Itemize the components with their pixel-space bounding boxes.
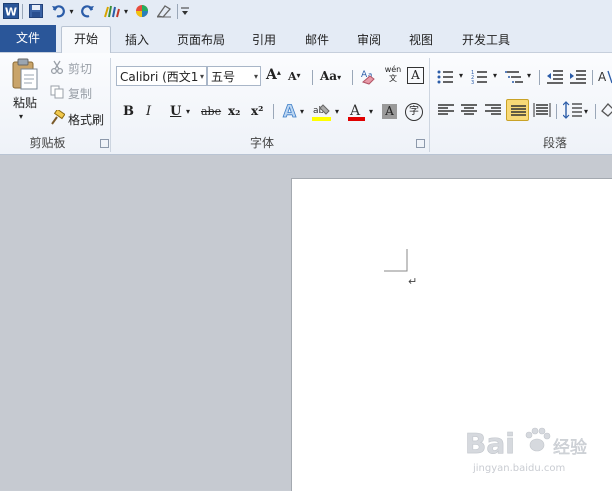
multilevel-dropdown-icon[interactable]: ▾: [527, 71, 531, 80]
undo-icon[interactable]: [50, 2, 66, 20]
quick-access-toolbar: W ▾ ▾: [0, 0, 612, 25]
distributed-icon[interactable]: [533, 102, 551, 118]
watermark-url: jingyan.baidu.com: [472, 463, 565, 474]
subscript-button[interactable]: x₂: [228, 104, 240, 118]
svg-text:A: A: [598, 70, 607, 84]
paragraph-group-label: 段落: [542, 136, 567, 150]
copy-icon: [50, 85, 66, 102]
chevron-down-icon: ▾: [253, 72, 258, 81]
bullets-dropdown-icon[interactable]: ▾: [459, 71, 463, 80]
increase-indent-icon[interactable]: [569, 69, 587, 85]
tab-developer[interactable]: 开发工具: [455, 30, 517, 50]
font-color-icon[interactable]: A: [347, 101, 367, 123]
tab-references[interactable]: 引用: [247, 30, 281, 50]
line-spacing-dropdown-icon[interactable]: ▾: [584, 107, 588, 116]
align-left-icon[interactable]: [437, 103, 455, 117]
font-size-combo[interactable]: 五号 ▾: [207, 66, 261, 86]
copy-label: 复制: [68, 87, 93, 101]
bullets-icon[interactable]: [437, 69, 457, 85]
svg-text:3: 3: [471, 80, 474, 85]
font-name-value: Calibri (西文1: [120, 70, 199, 84]
chevron-down-icon: ▾: [199, 72, 204, 81]
highlight-color-bar: [312, 117, 331, 121]
format-painter-label: 格式刷: [68, 112, 105, 127]
change-case-label: Aa: [320, 69, 338, 83]
eraser-icon[interactable]: [155, 2, 173, 20]
margin-corner-mark: [384, 249, 408, 272]
sort-icon[interactable]: A: [598, 69, 612, 85]
watermark-suffix: 经验: [553, 438, 587, 458]
format-painter-button[interactable]: 格式刷: [50, 108, 105, 128]
numbering-icon[interactable]: 123: [471, 69, 491, 86]
save-icon[interactable]: [27, 2, 45, 20]
clipboard-dialog-launcher[interactable]: [100, 139, 109, 148]
phonetic-label: wén 文: [384, 65, 402, 83]
tab-view[interactable]: 视图: [404, 30, 438, 50]
font-group-label: 字体: [249, 136, 274, 150]
customize-qat-icon[interactable]: [180, 2, 190, 20]
align-center-icon[interactable]: [460, 103, 478, 117]
svg-text:W: W: [5, 6, 17, 19]
tab-mailings[interactable]: 邮件: [300, 30, 334, 50]
superscript-button[interactable]: x²: [251, 104, 263, 118]
underline-dropdown-icon[interactable]: ▾: [186, 107, 190, 116]
phonetic-guide-button[interactable]: wén 文: [383, 65, 403, 85]
strikethrough-button[interactable]: abe: [201, 105, 221, 118]
highlight-dropdown-icon[interactable]: ▾: [335, 107, 339, 116]
underline-button[interactable]: U: [170, 104, 181, 119]
grow-font-button[interactable]: A▴: [266, 67, 281, 83]
justify-button[interactable]: [506, 99, 529, 121]
paragraph-mark-icon: ↵: [408, 275, 418, 288]
change-case-button[interactable]: Aa▾: [320, 69, 341, 83]
numbering-dropdown-icon[interactable]: ▾: [493, 71, 497, 80]
paste-dropdown-icon[interactable]: ▾: [19, 112, 23, 121]
font-size-value: 五号: [211, 70, 236, 84]
copy-button[interactable]: 复制: [50, 85, 92, 102]
format-dropdown-icon[interactable]: ▾: [122, 2, 130, 20]
char-shading-button[interactable]: A: [382, 104, 397, 119]
italic-button[interactable]: I: [146, 104, 151, 119]
cut-label: 剪切: [68, 62, 93, 76]
clear-format-icon[interactable]: Aa: [360, 67, 378, 85]
justify-icon: [510, 104, 527, 121]
paintbrush-icon: [50, 108, 66, 128]
bold-button[interactable]: B: [123, 104, 134, 119]
tab-page-layout[interactable]: 页面布局: [170, 30, 232, 50]
paste-icon[interactable]: [10, 58, 40, 92]
word-app-icon[interactable]: W: [2, 2, 20, 20]
font-dialog-launcher[interactable]: [416, 139, 425, 148]
line-spacing-icon[interactable]: [562, 101, 583, 119]
font-color-dropdown-icon[interactable]: ▾: [369, 107, 373, 116]
align-right-icon[interactable]: [484, 103, 502, 117]
shrink-font-button[interactable]: A▾: [288, 70, 301, 83]
tab-review[interactable]: 审阅: [352, 30, 386, 50]
font-name-combo[interactable]: Calibri (西文1 ▾: [116, 66, 207, 86]
decrease-indent-icon[interactable]: [546, 69, 564, 85]
svg-text:A: A: [349, 103, 361, 119]
redo-icon[interactable]: [80, 2, 96, 20]
undo-dropdown-icon[interactable]: ▾: [67, 2, 76, 20]
svg-text:A: A: [283, 102, 297, 121]
highlight-icon[interactable]: ab: [311, 101, 333, 123]
tab-file[interactable]: 文件: [0, 25, 56, 52]
text-effects-icon[interactable]: A: [281, 101, 299, 123]
tab-home[interactable]: 开始: [61, 26, 111, 54]
paw-icon: [525, 427, 551, 452]
baidu-jingyan-watermark: Bai 经验 jingyan.baidu.com: [465, 427, 587, 474]
shading-icon[interactable]: [600, 101, 612, 119]
char-border-button[interactable]: A: [407, 67, 424, 84]
paste-button[interactable]: 粘贴: [10, 94, 40, 111]
color-wheel-icon[interactable]: [134, 2, 150, 20]
text-effects-dropdown-icon[interactable]: ▾: [300, 107, 304, 116]
scissors-icon: [50, 60, 66, 77]
format-painter-icon[interactable]: [101, 2, 123, 20]
clipboard-group-label: 剪贴板: [29, 136, 66, 150]
enclose-char-button[interactable]: 字: [405, 103, 423, 121]
multilevel-list-icon[interactable]: [505, 69, 525, 85]
watermark-brand: Bai: [465, 427, 515, 460]
tab-insert[interactable]: 插入: [121, 30, 153, 50]
cut-button[interactable]: 剪切: [50, 60, 92, 77]
